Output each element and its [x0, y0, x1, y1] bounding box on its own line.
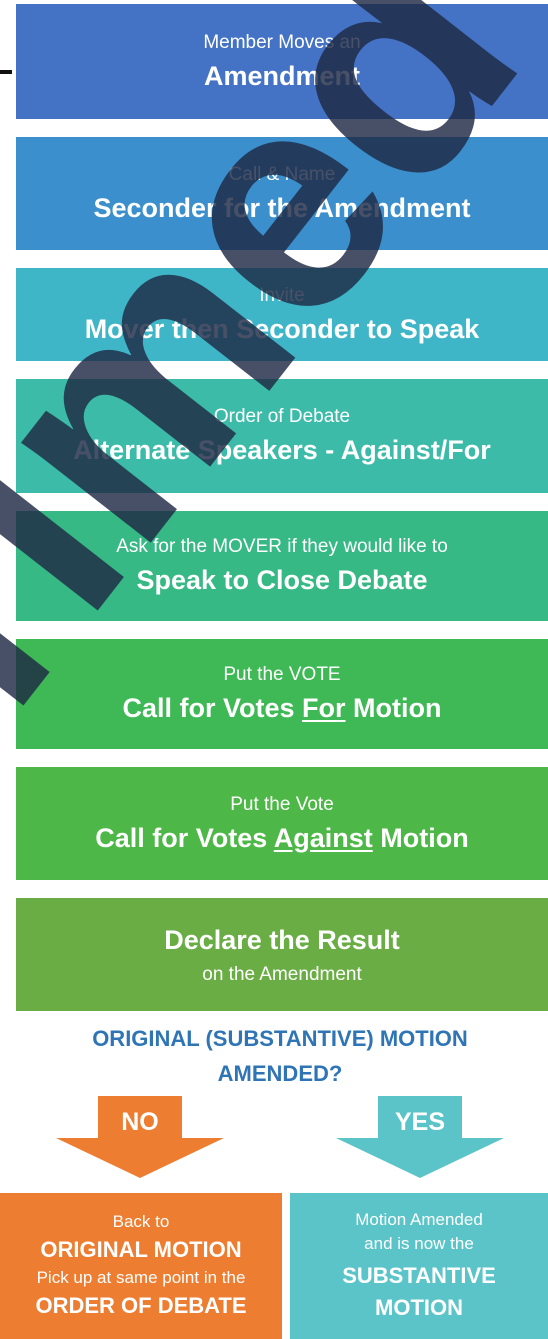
step-move-amendment: Member Moves an Amendment	[16, 4, 548, 119]
yes-label: YES	[394, 1108, 446, 1136]
step-1-main: Amendment	[203, 60, 360, 91]
no-line-3: Pick up at same point in the	[36, 1268, 246, 1287]
question-line-1: ORIGINAL (SUBSTANTIVE) MOTION	[92, 1026, 468, 1051]
no-outcome-box: Back to ORIGINAL MOTION Pick up at same …	[0, 1193, 282, 1339]
step-invite-speakers: Invite Mover then Seconder to Speak	[16, 268, 548, 361]
decision-question: ORIGINAL (SUBSTANTIVE) MOTION AMENDED?	[0, 1021, 548, 1091]
step-7-main-underlined: Against	[273, 822, 373, 853]
step-7-main: Call for Votes Against Motion	[95, 821, 469, 855]
step-7-main-post: Motion	[372, 822, 469, 853]
step-declare-result: Declare the Result on the Amendment	[16, 898, 548, 1011]
step-6-main-pre: Call for Votes	[122, 693, 303, 723]
yes-line-3: SUBSTANTIVE	[342, 1263, 496, 1288]
yes-line-1: Motion Amended	[355, 1210, 483, 1229]
step-8-sub: on the Amendment	[202, 963, 362, 985]
yes-line-4: MOTION	[375, 1295, 463, 1320]
no-arrow: NO	[56, 1096, 224, 1178]
step-6-main-underlined: For	[302, 693, 346, 723]
step-4-main: Alternate Speakers - Against/For	[73, 435, 491, 465]
yes-outcome-box: Motion Amended and is now the SUBSTANTIV…	[290, 1193, 548, 1339]
question-line-2: AMENDED?	[217, 1061, 343, 1086]
step-order-of-debate: Order of Debate Alternate Speakers - Aga…	[16, 379, 548, 493]
step-seconder: Call & Name Seconder for the Amendment	[16, 137, 548, 250]
top-left-dash	[0, 70, 12, 74]
step-6-sub: Put the VOTE	[223, 664, 341, 685]
no-line-2: ORIGINAL MOTION	[40, 1237, 242, 1262]
step-1-sub: Member Moves an	[203, 31, 361, 53]
step-6-main: Call for Votes For Motion	[122, 691, 441, 725]
step-8-main: Declare the Result	[164, 924, 400, 955]
no-label: NO	[121, 1108, 159, 1136]
step-4-sub: Order of Debate	[213, 406, 351, 427]
step-7-main-pre: Call for Votes	[95, 822, 274, 853]
step-votes-against: Put the Vote Call for Votes Against Moti…	[16, 767, 548, 880]
step-2-main: Seconder for the Amendment	[93, 192, 471, 223]
step-6-main-post: Motion	[345, 693, 442, 723]
no-line-1: Back to	[112, 1212, 170, 1231]
step-close-debate: Ask for the MOVER if they would like to …	[16, 511, 548, 621]
step-3-main: Mover then Seconder to Speak	[84, 313, 480, 344]
no-line-4: ORDER OF DEBATE	[35, 1293, 247, 1318]
step-5-sub: Ask for the MOVER if they would like to	[116, 536, 448, 557]
step-votes-for: Put the VOTE Call for Votes For Motion	[16, 639, 548, 749]
step-2-sub: Call & Name	[228, 163, 336, 185]
step-5-main: Speak to Close Debate	[136, 565, 428, 595]
yes-arrow: YES	[336, 1096, 504, 1178]
yes-line-2: and is now the	[364, 1234, 474, 1253]
step-3-sub: Invite	[259, 284, 305, 306]
step-7-sub: Put the Vote	[230, 793, 334, 815]
